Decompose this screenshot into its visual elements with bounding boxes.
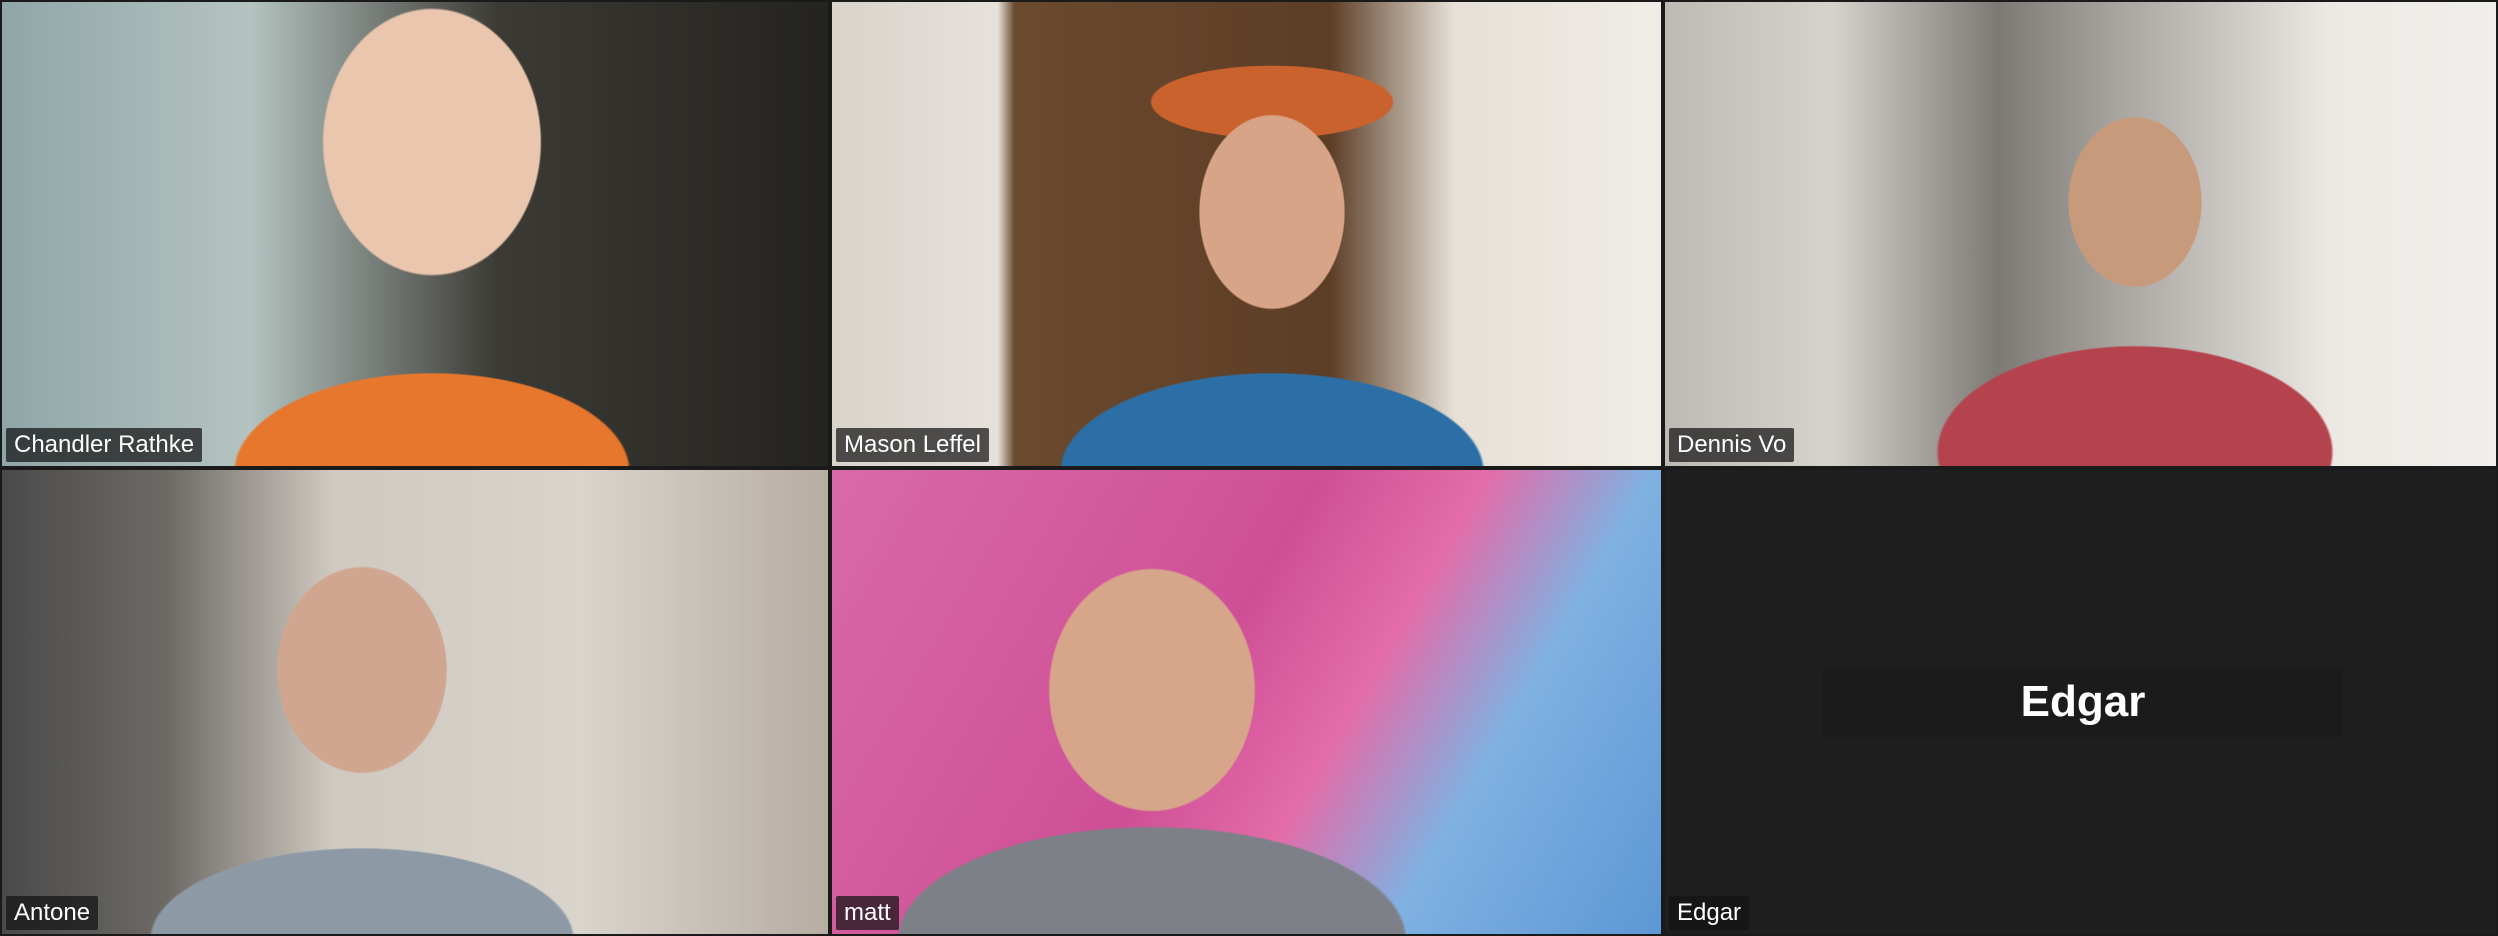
participant-name-label: Edgar [1669, 896, 1750, 930]
participant-tile-mason-leffel[interactable]: Mason Leffel [830, 0, 1663, 468]
participant-name-label: Chandler Rathke [6, 428, 203, 462]
participant-name-label: Dennis Vo [1669, 428, 1795, 462]
participant-tile-dennis-vo[interactable]: Dennis Vo [1663, 0, 2498, 468]
participant-video [1665, 2, 2496, 466]
participant-video [2, 470, 828, 934]
participant-tile-matt[interactable]: matt [830, 468, 1663, 936]
participant-name-label: Antone [6, 896, 99, 930]
participant-tile-chandler-rathke[interactable]: Chandler Rathke [0, 0, 830, 468]
participant-tile-edgar[interactable]: Edgar Edgar [1663, 468, 2498, 936]
participant-name-label: matt [836, 896, 899, 930]
participant-tile-antone[interactable]: Antone [0, 468, 830, 936]
participant-video [832, 2, 1661, 466]
participant-name-label: Mason Leffel [836, 428, 989, 462]
participant-video [2, 2, 828, 466]
gallery-grid: Chandler Rathke Mason Leffel Dennis Vo A… [0, 0, 2498, 936]
participant-display-name: Edgar [1823, 667, 2343, 737]
participant-video [832, 470, 1661, 934]
